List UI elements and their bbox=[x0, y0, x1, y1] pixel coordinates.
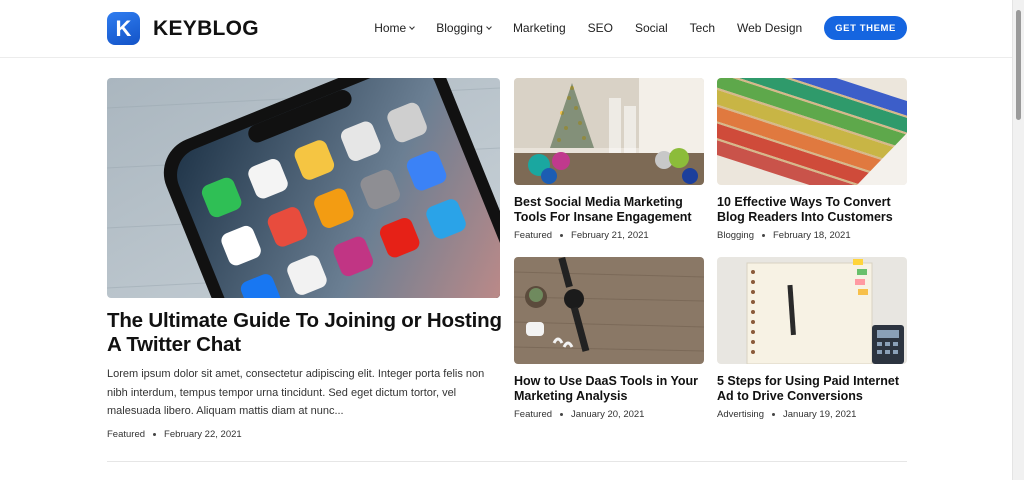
post-image[interactable] bbox=[717, 78, 907, 185]
post-meta: Advertising January 19, 2021 bbox=[717, 409, 856, 420]
post-meta: Featured February 21, 2021 bbox=[514, 230, 649, 241]
post-image[interactable] bbox=[514, 257, 704, 364]
post-title[interactable]: 5 Steps for Using Paid Internet Ad to Dr… bbox=[717, 374, 912, 403]
category-link[interactable]: Featured bbox=[514, 230, 552, 241]
post-image[interactable] bbox=[717, 257, 907, 364]
post-date: January 20, 2021 bbox=[571, 409, 645, 420]
nav-item-label: Home bbox=[374, 21, 407, 35]
separator-dot-icon bbox=[560, 413, 564, 416]
logo-mark-icon: K bbox=[107, 12, 140, 45]
nav-item-tech[interactable]: Tech bbox=[690, 21, 715, 35]
category-link[interactable]: Blogging bbox=[717, 230, 754, 241]
post-date: February 22, 2021 bbox=[164, 429, 242, 440]
scrollbar-thumb[interactable] bbox=[1016, 10, 1021, 120]
site-logo[interactable]: K KEYBLOG bbox=[107, 12, 259, 45]
nav-item-marketing[interactable]: Marketing bbox=[513, 21, 566, 35]
nav-item-seo[interactable]: SEO bbox=[588, 21, 613, 35]
separator-dot-icon bbox=[560, 234, 564, 237]
nav-item-social[interactable]: Social bbox=[635, 21, 668, 35]
nav-item-label: Social bbox=[634, 21, 668, 35]
post-title[interactable]: 10 Effective Ways To Convert Blog Reader… bbox=[717, 195, 912, 224]
nav-item-blogging[interactable]: Blogging bbox=[436, 21, 492, 35]
section-divider bbox=[107, 461, 907, 462]
featured-title[interactable]: The Ultimate Guide To Joining or Hosting… bbox=[107, 309, 507, 357]
featured-meta: Featured February 22, 2021 bbox=[107, 429, 242, 440]
post-meta: Blogging February 18, 2021 bbox=[717, 230, 851, 241]
featured-excerpt: Lorem ipsum dolor sit amet, consectetur … bbox=[107, 368, 485, 417]
post-title[interactable]: How to Use DaaS Tools in Your Marketing … bbox=[514, 374, 709, 403]
nav-item-web-design[interactable]: Web Design bbox=[737, 21, 802, 35]
get-theme-button[interactable]: GET THEME bbox=[824, 16, 907, 40]
post-meta: Featured January 20, 2021 bbox=[514, 409, 644, 420]
site-header: K KEYBLOG Home Blogging Marketing SEO So… bbox=[0, 0, 1012, 58]
chevron-down-icon bbox=[409, 23, 416, 30]
category-link[interactable]: Featured bbox=[514, 409, 552, 420]
page-scrollbar[interactable] bbox=[1012, 0, 1024, 480]
category-link[interactable]: Featured bbox=[107, 429, 145, 440]
post-date: January 19, 2021 bbox=[783, 409, 857, 420]
separator-dot-icon bbox=[153, 433, 157, 436]
post-date: February 18, 2021 bbox=[772, 230, 851, 241]
nav-item-label: Blogging bbox=[436, 21, 483, 35]
post-title[interactable]: Best Social Media Marketing Tools For In… bbox=[514, 195, 709, 224]
site-name: KEYBLOG bbox=[153, 16, 259, 40]
chevron-down-icon bbox=[486, 23, 492, 30]
separator-dot-icon bbox=[772, 413, 775, 416]
nav-item-label: Marketing bbox=[512, 21, 566, 35]
post-image[interactable] bbox=[514, 78, 704, 185]
nav-item-label: Tech bbox=[689, 21, 716, 35]
nav-item-home[interactable]: Home bbox=[374, 21, 416, 35]
nav-item-label: SEO bbox=[587, 21, 613, 35]
featured-image[interactable] bbox=[107, 78, 500, 298]
separator-dot-icon bbox=[761, 234, 765, 237]
category-link[interactable]: Advertising bbox=[717, 409, 764, 420]
nav-item-label: Web Design bbox=[737, 21, 803, 35]
post-date: February 21, 2021 bbox=[571, 230, 649, 241]
main-nav: Home Blogging Marketing SEO Social Tech … bbox=[374, 16, 907, 40]
